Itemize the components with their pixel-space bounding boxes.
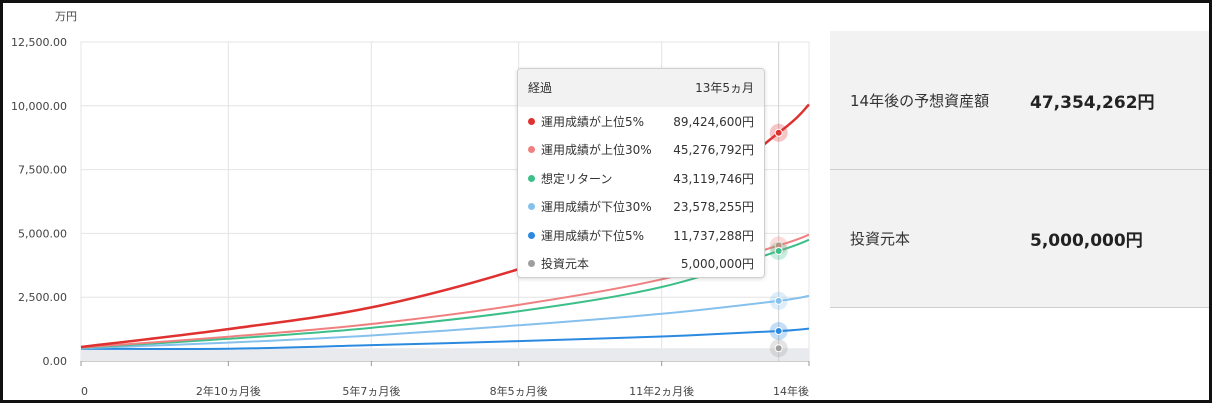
principal-area bbox=[81, 348, 809, 361]
tooltip-row-value: 43,119,746円 bbox=[673, 171, 754, 186]
summary-panel: 14年後の予想資産額 47,354,262円 投資元本 5,000,000円 bbox=[830, 31, 1209, 308]
y-unit-label: 万円 bbox=[55, 10, 77, 23]
forecast-row: 14年後の予想資産額 47,354,262円 bbox=[830, 31, 1209, 170]
tooltip-header-label: 経過 bbox=[528, 81, 553, 95]
x-tick-label: 14年後 bbox=[773, 384, 809, 398]
hover-marker bbox=[774, 246, 783, 255]
hover-marker bbox=[774, 344, 783, 353]
tooltip-row-label: 運用成績が上位30% bbox=[541, 143, 652, 158]
hover-marker bbox=[774, 327, 783, 336]
x-tick-label: 2年10ヵ月後 bbox=[196, 384, 261, 398]
series-dot-icon bbox=[528, 146, 535, 154]
tooltip-row-label: 想定リターン bbox=[541, 171, 613, 186]
x-tick-label: 11年2ヵ月後 bbox=[629, 384, 694, 398]
tooltip-row-label: 運用成績が下位30% bbox=[541, 200, 652, 215]
tooltip-row-value: 45,276,792円 bbox=[673, 143, 754, 158]
tooltip-row-label: 運用成績が上位5% bbox=[541, 114, 645, 129]
tooltip-header: 経過 13年5ヵ月 bbox=[518, 69, 764, 107]
hover-tooltip: 経過 13年5ヵ月 運用成績が上位5% 89,424,600円 運用成績が上位3… bbox=[517, 68, 765, 278]
series-dot-icon bbox=[528, 174, 535, 182]
tooltip-row: 運用成績が下位5% 11,737,288円 bbox=[518, 221, 764, 250]
tooltip-row: 運用成績が上位5% 89,424,600円 bbox=[518, 107, 764, 136]
tooltip-row: 運用成績が上位30% 45,276,792円 bbox=[518, 136, 764, 165]
series-dot-icon bbox=[528, 117, 535, 125]
tooltip-row-label: 投資元本 bbox=[541, 257, 590, 272]
tooltip-row: 想定リターン 43,119,746円 bbox=[518, 164, 764, 193]
tooltip-header-value: 13年5ヵ月 bbox=[695, 81, 754, 95]
series-dot-icon bbox=[528, 260, 535, 268]
series-dot-icon bbox=[528, 231, 535, 239]
x-tick-label: 0 bbox=[81, 385, 88, 398]
tooltip-row-value: 23,578,255円 bbox=[673, 200, 754, 215]
y-tick-label: 2,500.00 bbox=[18, 291, 67, 304]
y-tick-label: 0.00 bbox=[43, 355, 68, 368]
y-tick-label: 10,000.00 bbox=[11, 100, 67, 113]
forecast-value: 47,354,262円 bbox=[1030, 92, 1155, 113]
simulation-panel: 万円 12,500.00 10,000.00 7,500.00 5,000.00 2,5… bbox=[0, 0, 1212, 403]
tooltip-row-value: 89,424,600円 bbox=[673, 114, 754, 129]
hover-marker bbox=[774, 128, 783, 137]
principal-row: 投資元本 5,000,000円 bbox=[830, 170, 1209, 308]
principal-label: 投資元本 bbox=[850, 230, 911, 248]
hover-marker bbox=[774, 296, 783, 305]
tooltip-row-label: 運用成績が下位5% bbox=[541, 228, 645, 243]
tooltip-row: 投資元本 5,000,000円 bbox=[518, 250, 764, 278]
forecast-label: 14年後の予想資産額 bbox=[850, 91, 990, 110]
y-tick-label: 5,000.00 bbox=[18, 227, 67, 240]
principal-value: 5,000,000円 bbox=[1030, 231, 1143, 251]
tooltip-row-value: 11,737,288円 bbox=[673, 228, 754, 243]
x-tick-label: 5年7ヵ月後 bbox=[342, 384, 400, 398]
tooltip-row: 運用成績が下位30% 23,578,255円 bbox=[518, 193, 764, 222]
series-dot-icon bbox=[528, 203, 535, 211]
y-tick-label: 7,500.00 bbox=[18, 164, 67, 177]
y-tick-label: 12,500.00 bbox=[11, 36, 67, 49]
tooltip-row-value: 5,000,000円 bbox=[680, 257, 754, 272]
principal-band-layer bbox=[81, 348, 809, 361]
x-tick-label: 8年5ヵ月後 bbox=[490, 384, 548, 398]
